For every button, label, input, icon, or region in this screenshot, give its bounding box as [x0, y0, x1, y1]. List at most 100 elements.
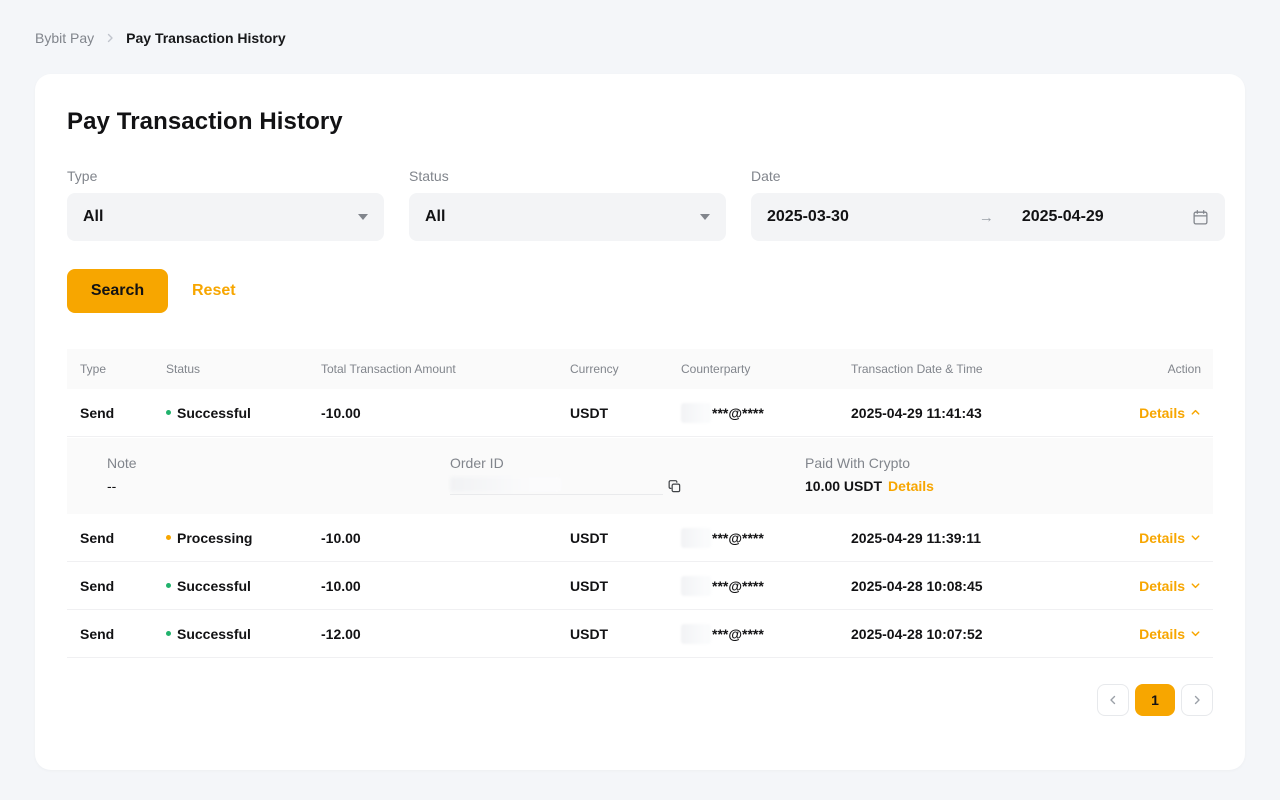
counterparty-masked: ***@**** — [712, 530, 764, 546]
details-button-expanded[interactable]: Details — [1139, 405, 1201, 421]
cell-type: Send — [80, 530, 166, 546]
cell-counterparty: ***@**** — [681, 576, 851, 596]
counterparty-masked: ***@**** — [712, 405, 764, 421]
status-label: Successful — [177, 405, 251, 421]
status-label: Successful — [177, 578, 251, 594]
calendar-icon[interactable] — [1192, 209, 1209, 226]
status-label: Processing — [177, 530, 252, 546]
cell-type: Send — [80, 578, 166, 594]
paid-with-crypto-section: Paid With Crypto 10.00 USDT Details — [805, 455, 934, 514]
details-label: Details — [1139, 530, 1185, 546]
pagination-next-button[interactable] — [1181, 684, 1213, 716]
cell-counterparty: ***@**** — [681, 624, 851, 644]
pay-transaction-history-card: Pay Transaction History Type All Status … — [35, 74, 1245, 770]
pagination: 1 — [67, 684, 1213, 716]
paid-details-link[interactable]: Details — [888, 478, 934, 494]
status-dot — [166, 410, 171, 415]
cell-action: Details — [1091, 578, 1201, 594]
breadcrumb-current-page: Pay Transaction History — [126, 30, 286, 46]
note-label: Note — [107, 455, 450, 471]
chevron-right-icon — [1191, 694, 1203, 706]
cell-datetime: 2025-04-28 10:07:52 — [851, 626, 1091, 642]
cell-amount: -10.00 — [321, 578, 570, 594]
chevron-up-icon — [1190, 407, 1201, 418]
col-header-counterparty: Counterparty — [681, 362, 851, 376]
table-header-row: Type Status Total Transaction Amount Cur… — [67, 349, 1213, 389]
caret-down-icon — [358, 214, 368, 220]
cell-currency: USDT — [570, 405, 681, 421]
status-filter-label: Status — [409, 168, 726, 184]
col-header-datetime: Transaction Date & Time — [851, 362, 1091, 376]
expanded-detail-panel: Note -- Order ID — [67, 438, 1213, 514]
counterparty-redacted — [681, 624, 711, 644]
pagination-prev-button[interactable] — [1097, 684, 1129, 716]
counterparty-redacted — [681, 576, 711, 596]
chevron-down-icon — [1190, 580, 1201, 591]
counterparty-redacted — [681, 403, 711, 423]
order-id-label: Order ID — [450, 455, 805, 471]
paid-with-crypto-label: Paid With Crypto — [805, 455, 934, 471]
date-filter-group: Date 2025-03-30 → 2025-04-29 — [751, 168, 1225, 241]
col-header-status: Status — [166, 362, 321, 376]
col-header-amount: Total Transaction Amount — [321, 362, 570, 376]
chevron-down-icon — [1190, 628, 1201, 639]
cell-status: Successful — [166, 626, 321, 642]
chevron-right-icon — [104, 32, 116, 44]
cell-action: Details — [1091, 405, 1201, 421]
cell-status: Processing — [166, 530, 321, 546]
transactions-table: Type Status Total Transaction Amount Cur… — [67, 349, 1213, 658]
details-label: Details — [1139, 405, 1185, 421]
type-select[interactable]: All — [67, 193, 384, 241]
status-filter-group: Status All — [409, 168, 726, 241]
breadcrumb: Bybit Pay Pay Transaction History — [0, 0, 1280, 48]
status-label: Successful — [177, 626, 251, 642]
cell-datetime: 2025-04-29 11:41:43 — [851, 405, 1091, 421]
cell-amount: -10.00 — [321, 405, 570, 421]
counterparty-masked: ***@**** — [712, 578, 764, 594]
details-label: Details — [1139, 578, 1185, 594]
counterparty-redacted — [681, 528, 711, 548]
cell-status: Successful — [166, 405, 321, 421]
cell-datetime: 2025-04-29 11:39:11 — [851, 530, 1091, 546]
cell-type: Send — [80, 405, 166, 421]
paid-with-crypto-value: 10.00 USDT Details — [805, 478, 934, 494]
col-header-type: Type — [80, 362, 166, 376]
cell-counterparty: ***@**** — [681, 528, 851, 548]
date-range: 2025-03-30 → 2025-04-29 — [767, 208, 1209, 226]
table-row: Send Successful -10.00 USDT ***@**** 202… — [67, 562, 1213, 610]
breadcrumb-bybit-pay[interactable]: Bybit Pay — [35, 30, 94, 46]
date-filter-label: Date — [751, 168, 1225, 184]
reset-button[interactable]: Reset — [184, 282, 244, 300]
details-label: Details — [1139, 626, 1185, 642]
cell-type: Send — [80, 626, 166, 642]
details-button[interactable]: Details — [1139, 530, 1201, 546]
note-value: -- — [107, 478, 450, 494]
col-header-currency: Currency — [570, 362, 681, 376]
paid-amount: 10.00 USDT — [805, 478, 882, 494]
cell-amount: -12.00 — [321, 626, 570, 642]
chevron-left-icon — [1107, 694, 1119, 706]
copy-icon[interactable] — [663, 479, 682, 495]
chevron-down-icon — [1190, 532, 1201, 543]
cell-action: Details — [1091, 626, 1201, 642]
filters-row: Type All Status All Date 2025-03-30 → 20… — [67, 168, 1213, 241]
table-row: Send Successful -10.00 USDT ***@**** 202… — [67, 389, 1213, 437]
status-select[interactable]: All — [409, 193, 726, 241]
search-button[interactable]: Search — [67, 269, 168, 313]
cell-counterparty: ***@**** — [681, 403, 851, 423]
date-range-picker[interactable]: 2025-03-30 → 2025-04-29 — [751, 193, 1225, 241]
counterparty-masked: ***@**** — [712, 626, 764, 642]
date-start-value[interactable]: 2025-03-30 — [767, 208, 849, 226]
status-select-value: All — [425, 208, 445, 226]
status-dot — [166, 535, 171, 540]
details-button[interactable]: Details — [1139, 626, 1201, 642]
cell-currency: USDT — [570, 578, 681, 594]
cell-amount: -10.00 — [321, 530, 570, 546]
details-button[interactable]: Details — [1139, 578, 1201, 594]
pagination-page-1-button[interactable]: 1 — [1135, 684, 1175, 716]
page-title: Pay Transaction History — [67, 108, 1213, 136]
order-id-section: Order ID — [450, 455, 805, 514]
date-end-value[interactable]: 2025-04-29 — [1022, 208, 1192, 226]
table-row: Send Processing -10.00 USDT ***@**** 202… — [67, 514, 1213, 562]
order-id-line — [450, 475, 663, 495]
